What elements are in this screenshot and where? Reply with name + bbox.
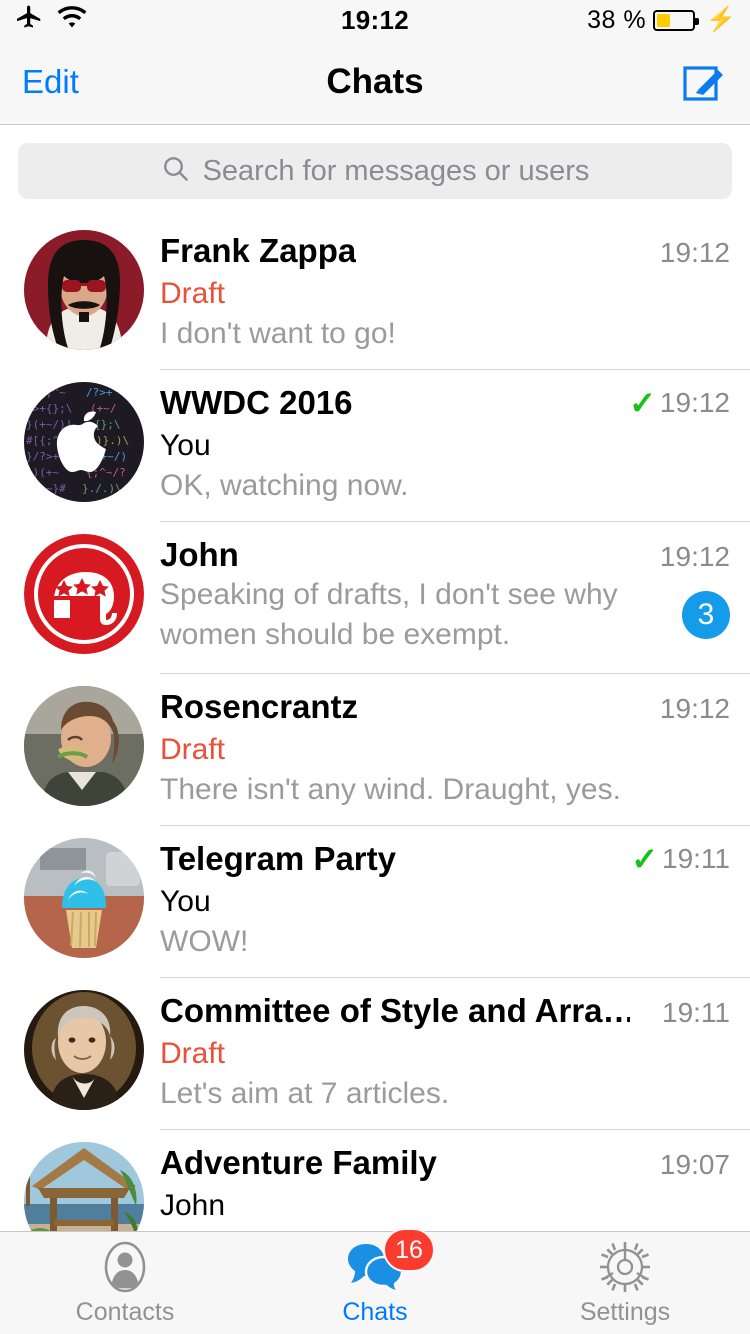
chat-meta: 19:12: [650, 693, 730, 725]
svg-text:?>+{};\: ?>+{};\: [26, 402, 72, 415]
svg-text:)}.)\: )}.)\: [96, 434, 129, 447]
chat-row-content: Adventure Family 19:07 John: [160, 1130, 750, 1231]
chat-sender-label: You: [160, 882, 730, 921]
lightning-bolt-icon: ⚡: [706, 8, 736, 32]
chat-row-rosencrantz[interactable]: Rosencrantz 19:12 Draft There isn't any …: [0, 674, 750, 826]
avatar: [24, 686, 144, 806]
search-container: Search for messages or users: [0, 125, 750, 218]
tab-label: Chats: [342, 1298, 407, 1327]
tab-unread-badge: 16: [383, 1228, 435, 1272]
chat-row-john[interactable]: John 19:12 Speaking of drafts, I don't s…: [0, 522, 750, 674]
tab-label: Contacts: [76, 1298, 175, 1327]
chat-meta: ✓ 19:12: [619, 387, 730, 419]
chat-timestamp: 19:07: [660, 1149, 730, 1181]
chat-row-content: WWDC 2016 ✓ 19:12 You OK, watching now.: [160, 370, 750, 522]
svg-text:{};\: {};\: [94, 418, 121, 431]
chat-row-content: Rosencrantz 19:12 Draft There isn't any …: [160, 674, 750, 826]
chat-draft-label: Draft: [160, 730, 730, 769]
chat-title: Adventure Family: [160, 1144, 437, 1182]
chat-timestamp: 19:11: [662, 997, 730, 1029]
chat-preview-message: Let's aim at 7 articles.: [160, 1074, 730, 1114]
chat-preview-message: WOW!: [160, 922, 730, 962]
svg-text:}./.)\.: }./.)\.: [82, 482, 128, 495]
chat-title: WWDC 2016: [160, 384, 353, 422]
tab-bar: Contacts 16 Chats: [0, 1231, 750, 1334]
page-title: Chats: [0, 62, 750, 102]
chat-title: Committee of Style and Arra…: [160, 992, 630, 1030]
chat-preview-message: OK, watching now.: [160, 466, 730, 506]
chat-row-content: Telegram Party ✓ 19:11 You WOW!: [160, 826, 750, 978]
read-check-icon: ✓: [629, 387, 656, 419]
chat-row-telegram-party[interactable]: Telegram Party ✓ 19:11 You WOW!: [0, 826, 750, 978]
chat-meta: 19:07: [650, 1149, 730, 1181]
chat-row-content: Frank Zappa 19:12 Draft I don't want to …: [160, 218, 750, 370]
chat-meta: 19:12: [650, 237, 730, 269]
avatar: [24, 1142, 144, 1231]
chat-preview-message: There isn't any wind. Draught, yes.: [160, 770, 730, 810]
chat-timestamp: 19:12: [660, 693, 730, 725]
search-icon: [161, 154, 191, 189]
chat-title: John: [160, 536, 239, 574]
avatar: [24, 534, 144, 654]
chat-sender-label: John: [160, 1186, 730, 1225]
chat-timestamp: 19:11: [662, 843, 730, 875]
chat-row-frank-zappa[interactable]: Frank Zappa 19:12 Draft I don't want to …: [0, 218, 750, 370]
svg-text:#[{;^~: #[{;^~: [26, 386, 66, 399]
chat-row-wwdc-2016[interactable]: #[{;^~?>+{};\ }(+~/)!#[{;^ }/?>+\)(+~ ({…: [0, 370, 750, 522]
chat-preview-message: Speaking of drafts, I don't see why wome…: [160, 575, 640, 654]
svg-text:({;~}#: ({;~}#: [26, 482, 66, 495]
search-placeholder: Search for messages or users: [203, 155, 590, 188]
chat-timestamp: 19:12: [660, 387, 730, 419]
chat-draft-label: Draft: [160, 1034, 730, 1073]
avatar: #[{;^~?>+{};\ }(+~/)!#[{;^ }/?>+\)(+~ ({…: [24, 382, 144, 502]
status-bar: 19:12 38 % ⚡: [0, 0, 750, 40]
settings-gear-icon: [598, 1240, 652, 1294]
svg-text:/?>+: /?>+: [86, 386, 113, 399]
chat-preview-message: I don't want to go!: [160, 314, 730, 354]
chat-title: Rosencrantz: [160, 688, 358, 726]
avatar: [24, 230, 144, 350]
svg-text:#[{;^: #[{;^: [26, 434, 59, 447]
battery-percent-label: 38 %: [587, 6, 646, 35]
chat-timestamp: 19:12: [660, 541, 730, 573]
chat-meta: 19:11: [652, 997, 730, 1029]
status-bar-right: 38 % ⚡: [587, 6, 736, 35]
tab-settings[interactable]: Settings: [500, 1232, 750, 1334]
chat-meta: 19:12: [650, 541, 730, 573]
svg-text:\)(+~: \)(+~: [26, 466, 59, 479]
chat-title: Telegram Party: [160, 840, 396, 878]
chat-draft-label: Draft: [160, 274, 730, 313]
read-check-icon: ✓: [631, 843, 658, 875]
contacts-person-icon: [99, 1240, 151, 1294]
tab-contacts[interactable]: Contacts: [0, 1232, 250, 1334]
unread-badge: 3: [682, 591, 730, 639]
svg-text:}/?>+: }/?>+: [26, 450, 59, 463]
tab-label: Settings: [580, 1298, 670, 1327]
chat-row-committee-of-style[interactable]: Committee of Style and Arra… 19:11 Draft…: [0, 978, 750, 1130]
chat-row-adventure-family[interactable]: Adventure Family 19:07 John: [0, 1130, 750, 1231]
chat-sender-label: You: [160, 426, 730, 465]
chat-meta: ✓ 19:11: [621, 843, 730, 875]
chat-list[interactable]: Frank Zappa 19:12 Draft I don't want to …: [0, 218, 750, 1231]
chat-title: Frank Zappa: [160, 232, 356, 270]
telegram-chats-screen: 19:12 38 % ⚡ Edit Chats Sea: [0, 0, 750, 1334]
chat-row-content: John 19:12 Speaking of drafts, I don't s…: [160, 522, 750, 674]
avatar: [24, 838, 144, 958]
chat-timestamp: 19:12: [660, 237, 730, 269]
chat-row-content: Committee of Style and Arra… 19:11 Draft…: [160, 978, 750, 1130]
compose-pencil-icon[interactable]: [682, 59, 728, 105]
search-input[interactable]: Search for messages or users: [18, 143, 732, 199]
navigation-bar: Edit Chats: [0, 40, 750, 125]
battery-icon: [653, 10, 695, 31]
avatar: [24, 990, 144, 1110]
tab-chats[interactable]: 16 Chats: [250, 1232, 500, 1334]
